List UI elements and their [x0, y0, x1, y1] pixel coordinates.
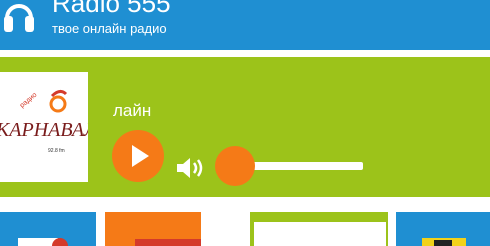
speaker-icon[interactable]: [175, 154, 205, 182]
station-tile-4-logo: [422, 238, 466, 246]
app-header: Radio 555 твое онлайн радио: [0, 0, 490, 50]
play-icon: [132, 145, 149, 167]
svg-text:КАРНАВАЛ: КАРНАВАЛ: [0, 119, 88, 141]
station-logo: радио КАРНАВАЛ 92.8 fm: [0, 72, 88, 182]
station-tile-4[interactable]: [396, 212, 490, 246]
headphones-icon: [4, 4, 34, 32]
volume-slider-handle[interactable]: [215, 146, 255, 186]
app-subtitle: твое онлайн радио: [52, 21, 167, 36]
svg-text:радио: радио: [19, 91, 39, 109]
station-tile-2-logo: [135, 239, 201, 246]
station-name: лайн: [113, 101, 152, 120]
svg-text:92.8 fm: 92.8 fm: [48, 148, 65, 154]
station-tile-3-logo: [254, 222, 386, 246]
radio-page: Radio 555 твое онлайн радио радио КАРНАВ…: [0, 0, 490, 246]
app-title: Radio 555: [52, 0, 171, 18]
play-button[interactable]: [112, 130, 164, 182]
station-tile-3[interactable]: [250, 212, 388, 246]
station-tile-1[interactable]: [0, 212, 96, 246]
player-panel: радио КАРНАВАЛ 92.8 fm лайн: [0, 57, 490, 197]
station-tile-1-logo: [18, 238, 68, 246]
station-tile-2[interactable]: [105, 212, 201, 246]
